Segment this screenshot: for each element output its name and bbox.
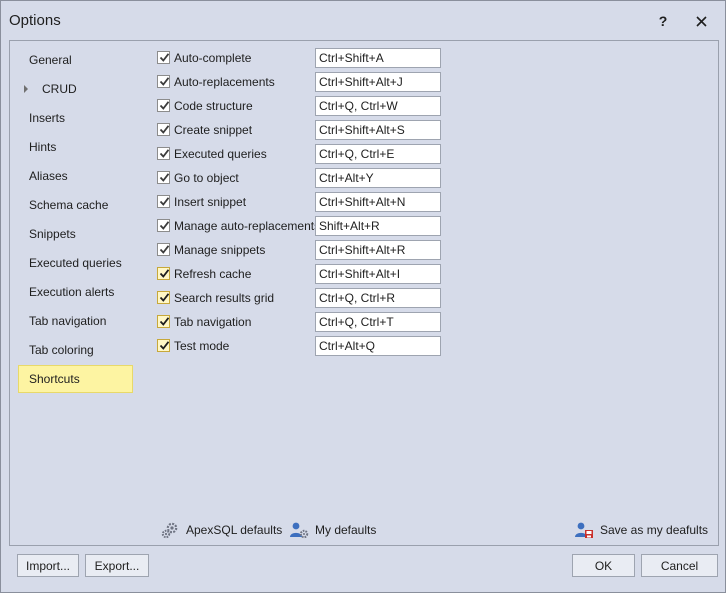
checkmark-icon	[159, 221, 170, 230]
nav-item-snippets[interactable]: Snippets	[18, 220, 133, 248]
shortcut-checkbox[interactable]	[157, 195, 170, 208]
nav-item-general[interactable]: General	[18, 46, 133, 74]
shortcut-input[interactable]	[315, 288, 441, 308]
checkmark-icon	[159, 245, 170, 254]
caret-right-icon[interactable]	[24, 85, 28, 93]
nav-item-label: Aliases	[29, 169, 68, 183]
close-button[interactable]	[690, 10, 712, 32]
close-icon	[695, 15, 707, 27]
shortcut-input[interactable]	[315, 96, 441, 116]
shortcut-input[interactable]	[315, 144, 441, 164]
save-as-my-defaults-label: Save as my deafults	[600, 523, 709, 537]
checkmark-icon	[159, 317, 170, 326]
shortcut-input[interactable]	[315, 48, 441, 68]
gear-icon	[161, 522, 178, 539]
checkmark-icon	[159, 341, 170, 350]
shortcut-checkbox[interactable]	[157, 147, 170, 160]
nav-item-aliases[interactable]: Aliases	[18, 162, 133, 190]
checkmark-icon	[159, 125, 170, 134]
checkmark-icon	[159, 101, 170, 110]
shortcut-label: Go to object	[174, 171, 239, 185]
nav-item-label: CRUD	[42, 82, 77, 96]
shortcut-checkbox[interactable]	[157, 291, 170, 304]
shortcut-checkbox[interactable]	[157, 339, 170, 352]
shortcut-label: Code structure	[174, 99, 253, 113]
my-defaults-button[interactable]: My defaults	[289, 519, 376, 541]
shortcut-label: Executed queries	[174, 147, 267, 161]
shortcut-label: Test mode	[174, 339, 230, 353]
shortcut-label: Search results grid	[174, 291, 275, 305]
shortcut-input[interactable]	[315, 264, 441, 284]
nav-item-label: Tab coloring	[29, 343, 94, 357]
nav-item-label: Snippets	[29, 227, 76, 241]
shortcut-label: Manage auto-replacements	[174, 219, 321, 233]
checkmark-icon	[159, 77, 170, 86]
shortcut-label: Tab navigation	[174, 315, 252, 329]
options-panel: General CRUD Inserts Hints Aliases Schema cac…	[9, 40, 719, 546]
shortcut-checkbox[interactable]	[157, 99, 170, 112]
nav-item-schema-cache[interactable]: Schema cache	[18, 191, 133, 219]
nav-item-label: Tab navigation	[29, 314, 107, 328]
nav-item-label: Inserts	[29, 111, 66, 125]
nav-item-label: Schema cache	[29, 198, 109, 212]
shortcut-input[interactable]	[315, 72, 441, 92]
shortcut-label: Auto-complete	[174, 51, 252, 65]
checkmark-icon	[159, 149, 170, 158]
export-button[interactable]: Export...	[85, 554, 149, 577]
shortcut-checkbox[interactable]	[157, 51, 170, 64]
shortcut-label: Insert snippet	[174, 195, 247, 209]
shortcut-checkbox[interactable]	[157, 219, 170, 232]
save-as-my-defaults-button[interactable]: Save as my deafults	[574, 519, 708, 541]
apexsql-defaults-label: ApexSQL defaults	[186, 523, 283, 537]
nav-item-label: Execution alerts	[29, 285, 115, 299]
apexsql-defaults-button[interactable]: ApexSQL defaults	[160, 519, 282, 541]
checkmark-icon	[159, 173, 170, 182]
shortcut-input[interactable]	[315, 336, 441, 356]
shortcut-input[interactable]	[315, 168, 441, 188]
nav-item-label: Hints	[29, 140, 57, 154]
user-gear-icon	[290, 522, 309, 539]
title-bar: Options ?	[1, 1, 725, 39]
checkmark-icon	[159, 53, 170, 62]
shortcut-label: Manage snippets	[174, 243, 266, 257]
dialog-title: Options	[9, 12, 61, 29]
nav-item-inserts[interactable]: Inserts	[18, 104, 133, 132]
nav-item-label: Executed queries	[29, 256, 122, 270]
shortcut-checkbox[interactable]	[157, 171, 170, 184]
shortcut-label: Create snippet	[174, 123, 253, 137]
shortcut-checkbox[interactable]	[157, 267, 170, 280]
shortcut-checkbox[interactable]	[157, 243, 170, 256]
options-dialog: Options ? General CRUD Inserts Hints Aliases…	[0, 0, 726, 593]
user-save-icon	[575, 522, 593, 538]
shortcut-checkbox[interactable]	[157, 75, 170, 88]
nav-item-label: Shortcuts	[29, 372, 80, 386]
shortcut-checkbox[interactable]	[157, 315, 170, 328]
nav-item-tab-navigation[interactable]: Tab navigation	[18, 307, 133, 335]
import-button[interactable]: Import...	[17, 554, 79, 577]
nav-item-executed-queries[interactable]: Executed queries	[18, 249, 133, 277]
shortcut-label: Auto-replacements	[174, 75, 275, 89]
shortcut-input[interactable]	[315, 216, 441, 236]
shortcut-label: Refresh cache	[174, 267, 252, 281]
checkmark-icon	[159, 269, 170, 278]
nav-item-label: General	[29, 53, 72, 67]
cancel-button[interactable]: Cancel	[641, 554, 718, 577]
nav-item-hints[interactable]: Hints	[18, 133, 133, 161]
checkmark-icon	[159, 197, 170, 206]
my-defaults-label: My defaults	[315, 523, 377, 537]
shortcut-input[interactable]	[315, 240, 441, 260]
help-button[interactable]: ?	[652, 10, 674, 32]
checkmark-icon	[159, 293, 170, 302]
nav-item-tab-coloring[interactable]: Tab coloring	[18, 336, 133, 364]
nav-item-shortcuts[interactable]: Shortcuts	[18, 365, 133, 393]
nav-item-execution-alerts[interactable]: Execution alerts	[18, 278, 133, 306]
shortcut-checkbox[interactable]	[157, 123, 170, 136]
shortcut-input[interactable]	[315, 312, 441, 332]
ok-button[interactable]: OK	[572, 554, 635, 577]
shortcut-input[interactable]	[315, 192, 441, 212]
nav-item-crud[interactable]: CRUD	[18, 75, 133, 103]
shortcut-input[interactable]	[315, 120, 441, 140]
